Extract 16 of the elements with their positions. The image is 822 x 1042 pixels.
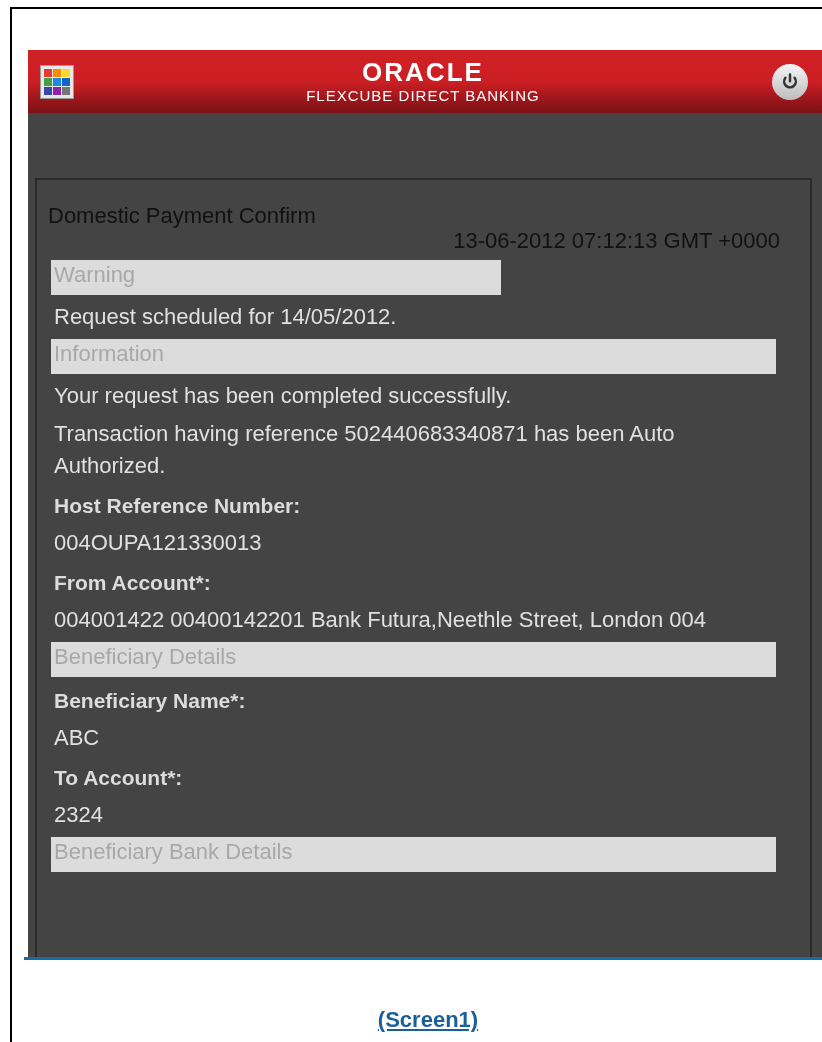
message-text: Your request has been completed successfully. [54, 382, 513, 410]
field-label: Host Reference Number: [54, 493, 302, 519]
field-value: 004001422 00400142201 Bank Futura,Neethle Street, London 004 [54, 606, 707, 634]
message-text: Request scheduled for 14/05/2012. [54, 303, 398, 331]
app-subtitle: FLEXCUBE DIRECT BANKING [306, 85, 540, 106]
app-grid-icon[interactable] [40, 64, 74, 99]
caption-link[interactable]: (Screen1) [377, 1003, 479, 1036]
field-value: ABC [54, 724, 101, 752]
field-label: Beneficiary Name*: [54, 688, 247, 714]
field-label: To Account*: [54, 765, 184, 791]
message-text: Transaction having reference 502440683340871 has been Auto Authorized. [54, 420, 676, 480]
field-value: 004OUPA121330013 [54, 529, 263, 557]
field-label: From Account*: [54, 570, 212, 596]
brand-logo: ORACLE [362, 57, 484, 86]
field-value: 2324 [54, 801, 104, 829]
power-button[interactable] [772, 63, 808, 100]
